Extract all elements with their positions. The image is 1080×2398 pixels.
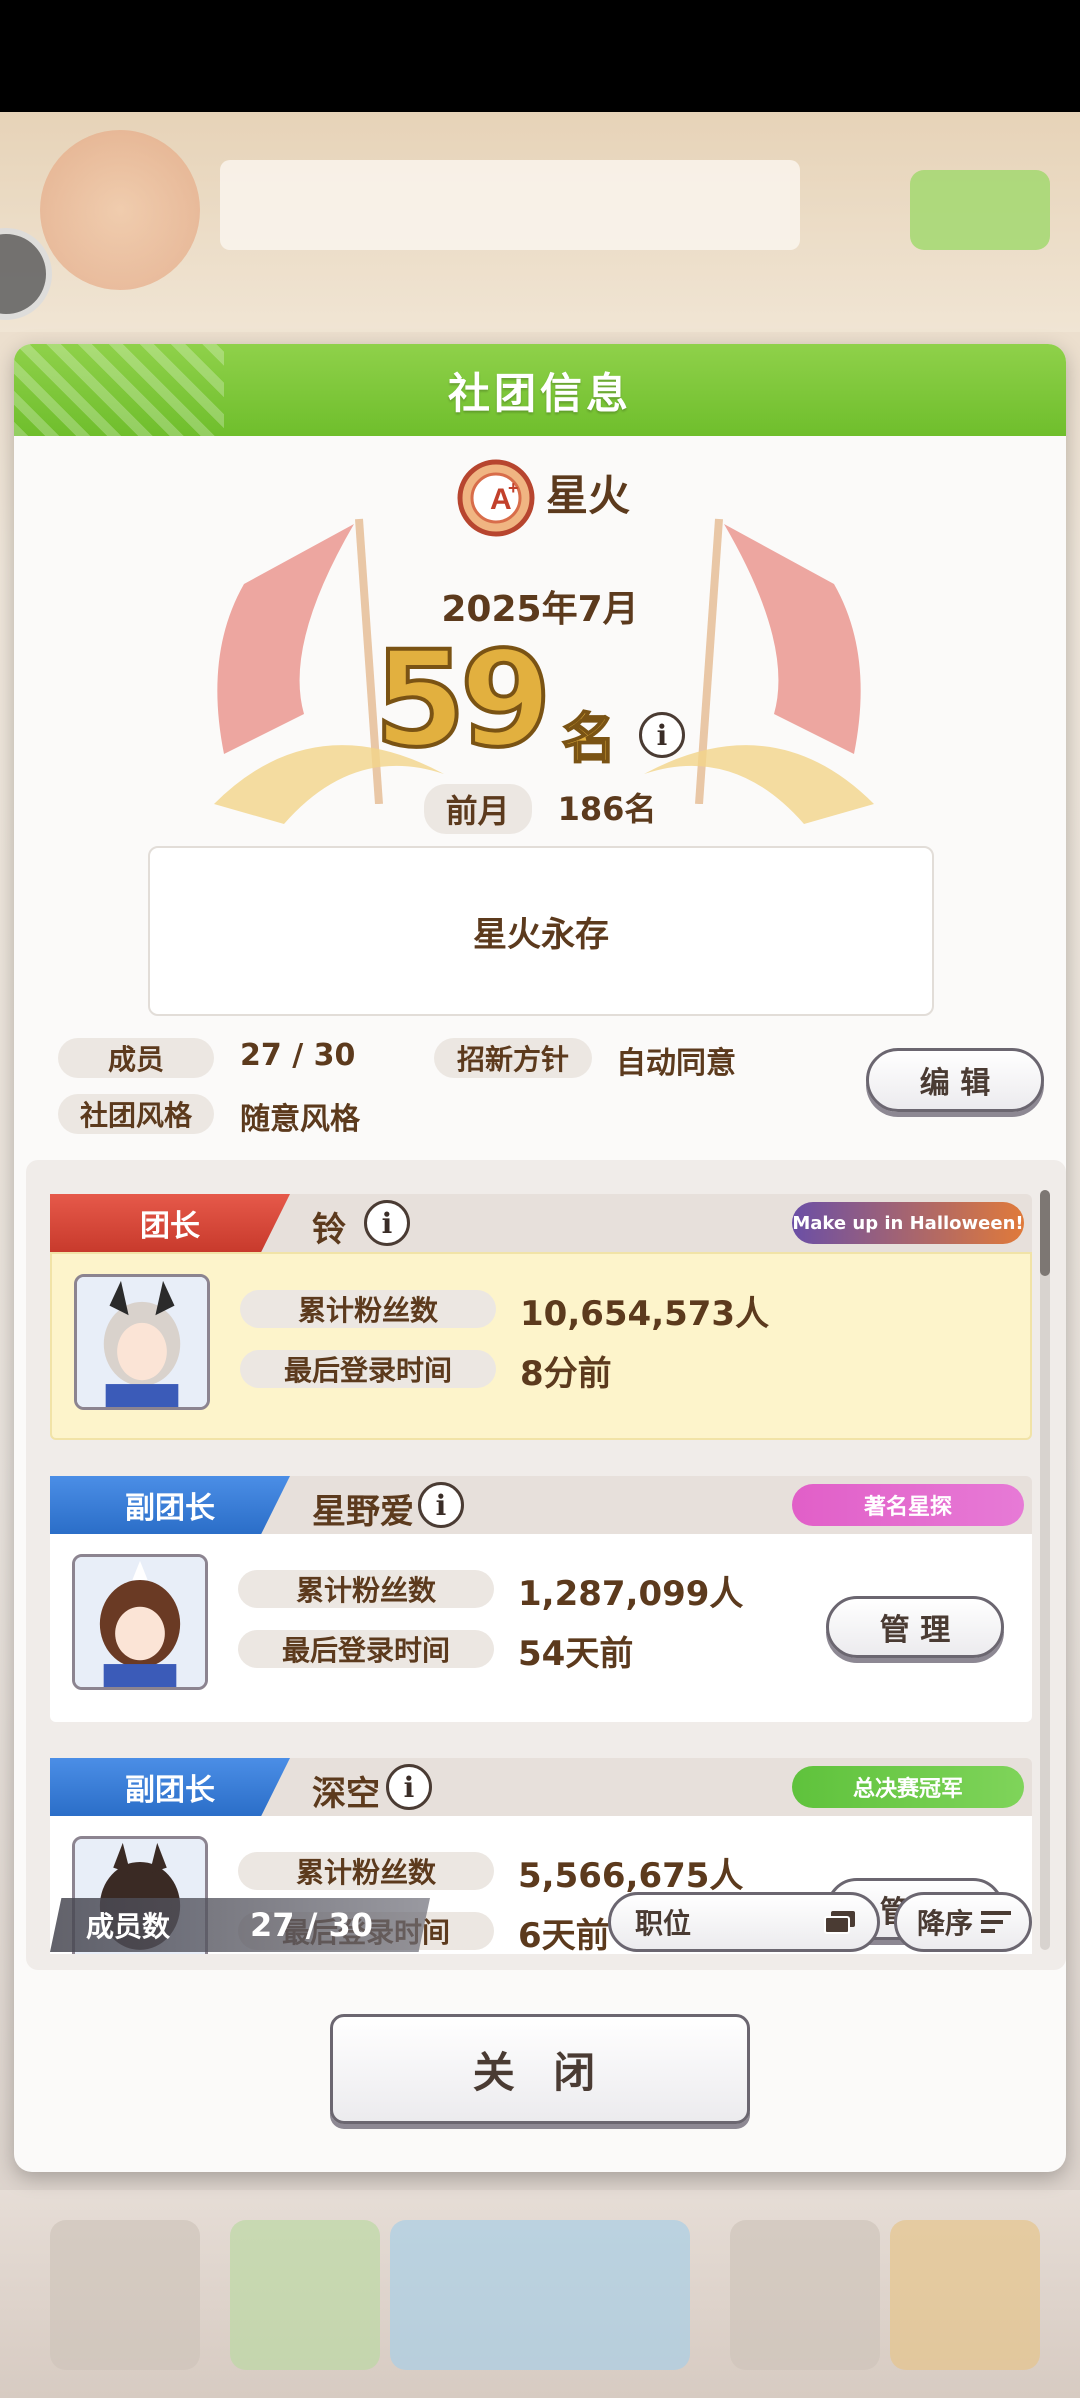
member-info-icon[interactable]: i bbox=[386, 1764, 432, 1810]
title-badge: Make up in Halloween! bbox=[792, 1202, 1024, 1244]
bottom-tab-4 bbox=[730, 2220, 880, 2370]
card-body: 累计粉丝数 1,287,099人 最后登录时间 54天前 管 理 bbox=[50, 1534, 1032, 1722]
background-club-emblem bbox=[40, 130, 200, 290]
role-badge: 副团长 bbox=[50, 1476, 290, 1534]
fans-label: 累计粉丝数 bbox=[238, 1852, 494, 1890]
club-style-value: 随意风格 bbox=[240, 1102, 360, 1137]
avatar-portrait-icon bbox=[77, 1277, 207, 1407]
filter-cards-icon bbox=[824, 1911, 855, 1934]
bottom-tab-1 bbox=[50, 2220, 200, 2370]
rank-info-icon[interactable]: i bbox=[639, 712, 685, 758]
recruit-policy-label: 招新方针 bbox=[434, 1038, 592, 1078]
members-label: 成员 bbox=[58, 1038, 214, 1078]
member-info-icon[interactable]: i bbox=[364, 1200, 410, 1246]
edit-button[interactable]: 编 辑 bbox=[866, 1048, 1044, 1112]
fans-value: 5,566,675人 bbox=[518, 1856, 744, 1896]
background-green-button bbox=[910, 170, 1050, 250]
title-badge: 著名星探 bbox=[792, 1484, 1024, 1526]
avatar bbox=[72, 1554, 208, 1690]
avatar bbox=[74, 1274, 210, 1410]
member-card[interactable]: 团长 铃 i Make up in Halloween! 累计粉丝数 10,65… bbox=[50, 1194, 1032, 1444]
bottom-tab-5 bbox=[890, 2220, 1040, 2370]
member-list-scroll-thumb[interactable] bbox=[1040, 1190, 1050, 1276]
club-motto: 星火永存 bbox=[148, 846, 934, 1016]
sort-order-button[interactable]: 降序 bbox=[894, 1892, 1032, 1952]
svg-text:+: + bbox=[508, 478, 519, 498]
rank-number: 59 bbox=[372, 623, 554, 777]
manage-button[interactable]: 管 理 bbox=[826, 1596, 1004, 1658]
member-card[interactable]: 副团长 星野爱 i 著名星探 累计粉丝数 1,287,099人 最后登录时间 5… bbox=[50, 1476, 1032, 1726]
position-filter-label: 职位 bbox=[635, 1907, 692, 1940]
background-bottom-nav bbox=[0, 2190, 1080, 2398]
last-login-label: 最后登录时间 bbox=[240, 1350, 496, 1388]
recruit-policy-value: 自动同意 bbox=[616, 1046, 736, 1081]
close-button[interactable]: 关 闭 bbox=[330, 2014, 750, 2124]
club-info-dialog: 社团信息 A + 星火 2025年7月 59 名 i 前月 186名 星火永存 … bbox=[14, 344, 1066, 2172]
role-badge: 团长 bbox=[50, 1194, 290, 1252]
bottom-tab-3 bbox=[390, 2220, 690, 2370]
member-count-value: 27 / 30 bbox=[250, 1906, 374, 1944]
last-login-value: 6天前 bbox=[518, 1916, 610, 1954]
club-style-label: 社团风格 bbox=[58, 1094, 214, 1134]
sort-order-label: 降序 bbox=[917, 1907, 974, 1940]
sort-descending-icon bbox=[981, 1911, 1012, 1933]
member-count-label: 成员数 bbox=[86, 1910, 171, 1943]
dialog-header: 社团信息 bbox=[14, 344, 1066, 436]
position-filter-button[interactable]: 职位 bbox=[608, 1892, 880, 1952]
member-name: 铃 bbox=[312, 1210, 346, 1250]
previous-month-rank: 前月 186名 bbox=[14, 784, 1066, 834]
title-badge: 总决赛冠军 bbox=[792, 1766, 1024, 1808]
members-value: 27 / 30 bbox=[240, 1038, 356, 1073]
fans-value: 1,287,099人 bbox=[518, 1574, 744, 1614]
last-login-value: 54天前 bbox=[518, 1634, 634, 1674]
member-name: 星野爱 bbox=[312, 1492, 414, 1532]
previous-month-value: 186名 bbox=[557, 790, 657, 828]
last-login-label: 最后登录时间 bbox=[238, 1630, 494, 1668]
last-login-value: 8分前 bbox=[520, 1354, 612, 1394]
header-pattern bbox=[14, 344, 224, 436]
member-name: 深空 bbox=[312, 1774, 380, 1814]
club-name: 星火 bbox=[546, 471, 631, 520]
background-club-namebox bbox=[220, 160, 800, 250]
bottom-tab-2 bbox=[230, 2220, 380, 2370]
previous-month-label: 前月 bbox=[423, 784, 532, 834]
avatar-portrait-icon bbox=[75, 1557, 205, 1687]
fans-label: 累计粉丝数 bbox=[238, 1570, 494, 1608]
role-badge: 副团长 bbox=[50, 1758, 290, 1816]
member-list-scrollbar[interactable] bbox=[1040, 1190, 1050, 1950]
card-body: 累计粉丝数 10,654,573人 最后登录时间 8分前 bbox=[50, 1252, 1032, 1440]
club-rank-emblem-icon: A + bbox=[457, 459, 535, 537]
status-bar bbox=[0, 0, 1080, 112]
fans-label: 累计粉丝数 bbox=[240, 1290, 496, 1328]
dialog-title: 社团信息 bbox=[447, 368, 632, 418]
rank-suffix: 名 bbox=[561, 706, 617, 771]
fans-value: 10,654,573人 bbox=[520, 1294, 770, 1334]
member-info-icon[interactable]: i bbox=[418, 1482, 464, 1528]
member-count-bar: 成员数 27 / 30 bbox=[50, 1898, 430, 1952]
